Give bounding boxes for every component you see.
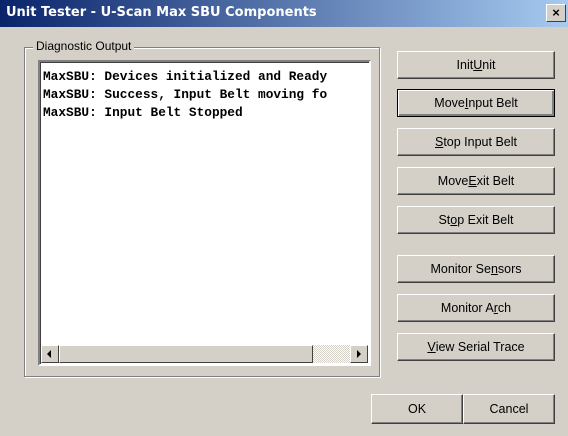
- stop-input-belt-button[interactable]: Stop Input Belt: [397, 128, 555, 156]
- stop-exit-belt-button[interactable]: St o p Exit Belt: [397, 206, 555, 234]
- window-title: Unit Tester - U-Scan Max SBU Components: [6, 5, 317, 20]
- monitor-arch-button[interactable]: Monitor Ar ch: [397, 294, 555, 322]
- monitor-sensors-button[interactable]: Monitor Se n sors: [397, 255, 555, 283]
- diagnostic-output-label: Diagnostic Output: [33, 39, 135, 53]
- cancel-button[interactable]: Cancel: [463, 394, 555, 424]
- move-exit-belt-button[interactable]: Move Exit Belt: [397, 167, 555, 195]
- arrow-right-icon: [357, 350, 361, 358]
- output-line: MaxSBU: Input Belt Stopped: [43, 105, 243, 120]
- scroll-left-button[interactable]: [41, 345, 59, 363]
- output-line: MaxSBU: Devices initialized and Ready: [43, 69, 328, 84]
- diagnostic-output-group: Diagnostic Output MaxSBU: Devices initia…: [24, 39, 380, 377]
- diagnostic-output-textbox[interactable]: MaxSBU: Devices initialized and Ready Ma…: [38, 60, 371, 366]
- output-line: MaxSBU: Success, Input Belt moving fo: [43, 87, 328, 102]
- scroll-thumb[interactable]: [59, 345, 313, 363]
- title-bar[interactable]: Unit Tester - U-Scan Max SBU Components …: [0, 0, 568, 27]
- move-input-belt-button[interactable]: Move Input Belt: [397, 89, 555, 117]
- arrow-left-icon: [47, 350, 51, 358]
- view-serial-trace-button[interactable]: View Serial Trace: [397, 333, 555, 361]
- horizontal-scrollbar[interactable]: [41, 345, 368, 363]
- init-unit-button[interactable]: Init Unit: [397, 51, 555, 79]
- scroll-right-button[interactable]: [350, 345, 368, 363]
- close-icon: ×: [552, 5, 560, 20]
- close-button[interactable]: ×: [546, 4, 566, 22]
- ok-button[interactable]: OK: [371, 394, 463, 424]
